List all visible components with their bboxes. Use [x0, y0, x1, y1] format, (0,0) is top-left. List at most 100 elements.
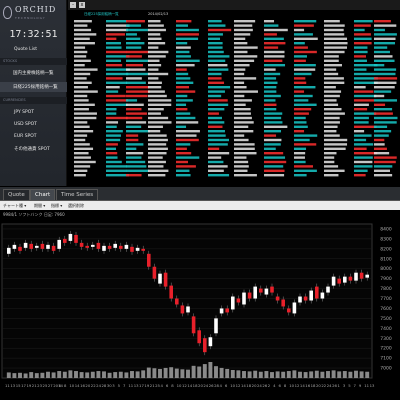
y-tick-label: 7000	[380, 366, 392, 372]
quote-cell	[126, 130, 150, 133]
volume-bar	[331, 370, 336, 378]
quote-cell	[208, 165, 228, 168]
quote-cell	[324, 42, 348, 45]
quote-cell	[176, 121, 199, 124]
candle	[46, 244, 50, 249]
sidebar-item-usd-spot[interactable]: USD SPOT	[0, 122, 67, 127]
quote-cell	[148, 160, 166, 164]
quote-cell	[74, 72, 91, 76]
volume-bar	[202, 364, 207, 378]
volume-bar	[68, 370, 73, 378]
quote-cell	[264, 134, 277, 137]
quote-cell	[234, 86, 247, 89]
quote-cell	[234, 147, 255, 150]
quote-cell	[74, 28, 92, 32]
candle	[298, 296, 302, 303]
volume-bar	[96, 371, 101, 378]
delete-selection-button[interactable]: 選択削除	[68, 203, 84, 209]
quote-cell	[324, 147, 346, 150]
quote-cell	[374, 33, 397, 36]
quote-cell	[264, 147, 276, 150]
candle	[124, 244, 129, 249]
quote-cell	[324, 116, 340, 120]
quote-cell	[208, 174, 230, 177]
quote-cell	[234, 90, 258, 93]
quote-cell	[106, 37, 117, 40]
close-button[interactable]: x	[79, 2, 85, 8]
candle	[247, 292, 252, 299]
period-menu[interactable]: 期間 ▾	[34, 203, 45, 209]
quote-cell	[374, 24, 397, 27]
minimize-button[interactable]: -	[70, 2, 76, 8]
volume-bar	[298, 371, 302, 378]
quote-cell	[234, 37, 246, 40]
quote-cell	[74, 125, 90, 128]
quote-cell	[374, 147, 387, 150]
quote-cell	[294, 138, 310, 142]
quote-cell	[208, 20, 222, 23]
quote-cell	[354, 130, 365, 133]
quote-cell	[294, 77, 306, 80]
chart-type-menu[interactable]: チャート種 ▾	[3, 203, 26, 209]
quote-cell	[294, 112, 309, 115]
quote-cell	[126, 72, 150, 76]
quote-cell	[374, 42, 396, 45]
volume-bar	[197, 366, 202, 378]
indicator-menu[interactable]: 指標 ▾	[51, 203, 62, 209]
sidebar-item-jpy-spot[interactable]: JPY SPOT	[0, 110, 67, 115]
sidebar-item-other-spot[interactable]: その他通貨 SPOT	[0, 146, 67, 152]
volume-bar	[57, 371, 62, 378]
quote-cell	[106, 46, 122, 49]
volume-bar	[18, 372, 22, 378]
quote-cell	[354, 99, 375, 102]
candle	[214, 318, 218, 334]
candle	[29, 243, 33, 249]
quote-cell	[176, 81, 194, 84]
sidebar-item-eur-spot[interactable]: EUR SPOT	[0, 134, 67, 139]
quote-cell	[374, 134, 389, 137]
tab-chart[interactable]: Chart	[30, 189, 56, 200]
quote-cell	[264, 112, 283, 115]
quote-cell	[294, 46, 308, 49]
candle	[35, 245, 39, 248]
quote-cell	[74, 134, 88, 137]
sidebar-item-nikkei225[interactable]: 日経225採用銘柄一覧	[0, 82, 67, 92]
candle	[18, 246, 22, 251]
candle	[270, 286, 274, 293]
volume-bar	[6, 372, 11, 378]
quote-cell	[148, 165, 164, 168]
x-tick-label: 1	[337, 383, 340, 388]
quote-cell	[148, 55, 166, 58]
candle	[219, 308, 224, 314]
quote-cell	[148, 121, 172, 124]
quote-cell	[234, 99, 252, 102]
quote-cell	[354, 33, 371, 36]
quote-cell	[264, 37, 284, 40]
tab-time-series[interactable]: Time Series	[56, 189, 99, 200]
quote-cell	[264, 160, 287, 164]
quote-cell	[264, 174, 285, 177]
quote-cell	[324, 24, 345, 27]
quote-cell	[74, 143, 90, 146]
quote-cell	[294, 33, 313, 36]
tab-quote[interactable]: Quote	[3, 189, 30, 200]
quote-cell	[208, 50, 224, 54]
quote-cell	[148, 134, 167, 137]
volume-bar	[186, 369, 190, 378]
sidebar-item-quote-list[interactable]: Quote List	[0, 47, 67, 52]
quote-cell	[126, 138, 139, 142]
quote-cell	[374, 160, 396, 164]
x-tick-label: 3	[112, 383, 115, 388]
candle	[180, 305, 185, 314]
quote-cell	[294, 116, 306, 120]
y-tick-label: 7300	[380, 336, 392, 342]
quote-cell	[234, 72, 245, 76]
quote-cell	[176, 28, 199, 32]
volume-bar	[146, 367, 151, 378]
quote-cell	[208, 138, 230, 142]
quote-cell	[354, 112, 377, 115]
quote-cell	[126, 81, 146, 84]
quote-cell	[354, 90, 374, 93]
sidebar-item-major-stocks[interactable]: 国内主要株銘柄一覧	[0, 70, 67, 76]
quote-cell	[106, 138, 121, 142]
